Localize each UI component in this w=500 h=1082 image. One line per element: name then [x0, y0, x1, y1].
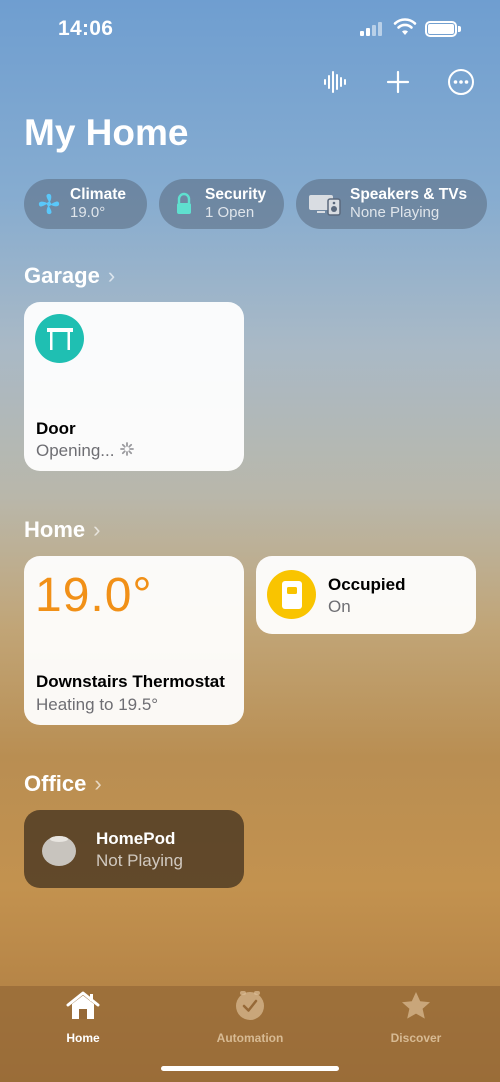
tv-speaker-icon [308, 191, 342, 217]
climate-chip[interactable]: Climate 19.0° [24, 179, 147, 229]
fan-icon [36, 191, 62, 217]
tab-label: Home [66, 1031, 100, 1045]
chevron-right-icon: › [94, 771, 102, 796]
tile-name: Door [36, 419, 76, 438]
page-title: My Home [24, 112, 189, 153]
tab-home[interactable]: Home [23, 990, 143, 1045]
tile-name: Downstairs Thermostat [36, 672, 225, 691]
chip-title: Security [205, 186, 267, 203]
cellular-signal-icon [360, 22, 382, 36]
section-header-home[interactable]: Home › [24, 517, 100, 543]
security-chip[interactable]: Security 1 Open [159, 179, 284, 229]
battery-tip [458, 26, 461, 32]
homepod-tile[interactable]: HomePod Not Playing [24, 810, 244, 888]
tile-name: Occupied [328, 575, 406, 594]
tab-discover[interactable]: Discover [356, 990, 476, 1045]
occupied-tile[interactable]: Occupied On [256, 556, 476, 634]
chip-subtitle: 19.0° [70, 204, 106, 221]
chip-title: Speakers & TVs [350, 186, 468, 203]
voice-waveform-icon[interactable] [317, 64, 353, 100]
chip-subtitle: None Playing [350, 204, 440, 221]
tab-automation[interactable]: Automation [190, 990, 310, 1045]
star-icon [400, 990, 432, 1027]
lock-icon [171, 191, 197, 217]
chevron-right-icon: › [93, 517, 101, 542]
section-title: Office [24, 771, 87, 796]
tile-status: Heating to 19.5° [36, 695, 159, 714]
chip-subtitle: 1 Open [205, 204, 255, 221]
tab-label: Automation [216, 1031, 284, 1045]
homepod-icon [41, 831, 77, 872]
occupancy-sensor-icon [267, 570, 316, 619]
tile-name: HomePod [96, 829, 176, 848]
section-header-garage[interactable]: Garage › [24, 263, 115, 289]
section-header-office[interactable]: Office › [24, 771, 102, 797]
house-icon [66, 990, 100, 1027]
chevron-right-icon: › [107, 263, 116, 288]
thermostat-temperature: 19.0° [35, 569, 153, 622]
garage-door-tile[interactable]: Door Opening... [24, 302, 244, 471]
thermostat-tile[interactable]: 19.0° Downstairs Thermostat Heating to 1… [24, 556, 244, 725]
tile-status: Not Playing [96, 851, 183, 870]
add-icon[interactable] [380, 64, 416, 100]
chip-title: Climate [70, 186, 126, 203]
battery-icon [425, 21, 457, 37]
home-indicator [161, 1066, 339, 1071]
section-title: Home [24, 517, 86, 542]
tab-label: Discover [390, 1031, 442, 1045]
clock-check-icon [234, 990, 266, 1027]
spinner-icon [120, 441, 135, 461]
speakers-tvs-chip[interactable]: Speakers & TVs None Playing [296, 179, 487, 229]
tile-status: Opening... [36, 441, 115, 460]
status-time: 14:06 [58, 17, 114, 40]
section-title: Garage [24, 263, 100, 288]
tile-status: On [328, 597, 351, 616]
wifi-icon [393, 17, 417, 42]
more-icon[interactable] [443, 64, 479, 100]
garage-door-icon [35, 314, 84, 363]
